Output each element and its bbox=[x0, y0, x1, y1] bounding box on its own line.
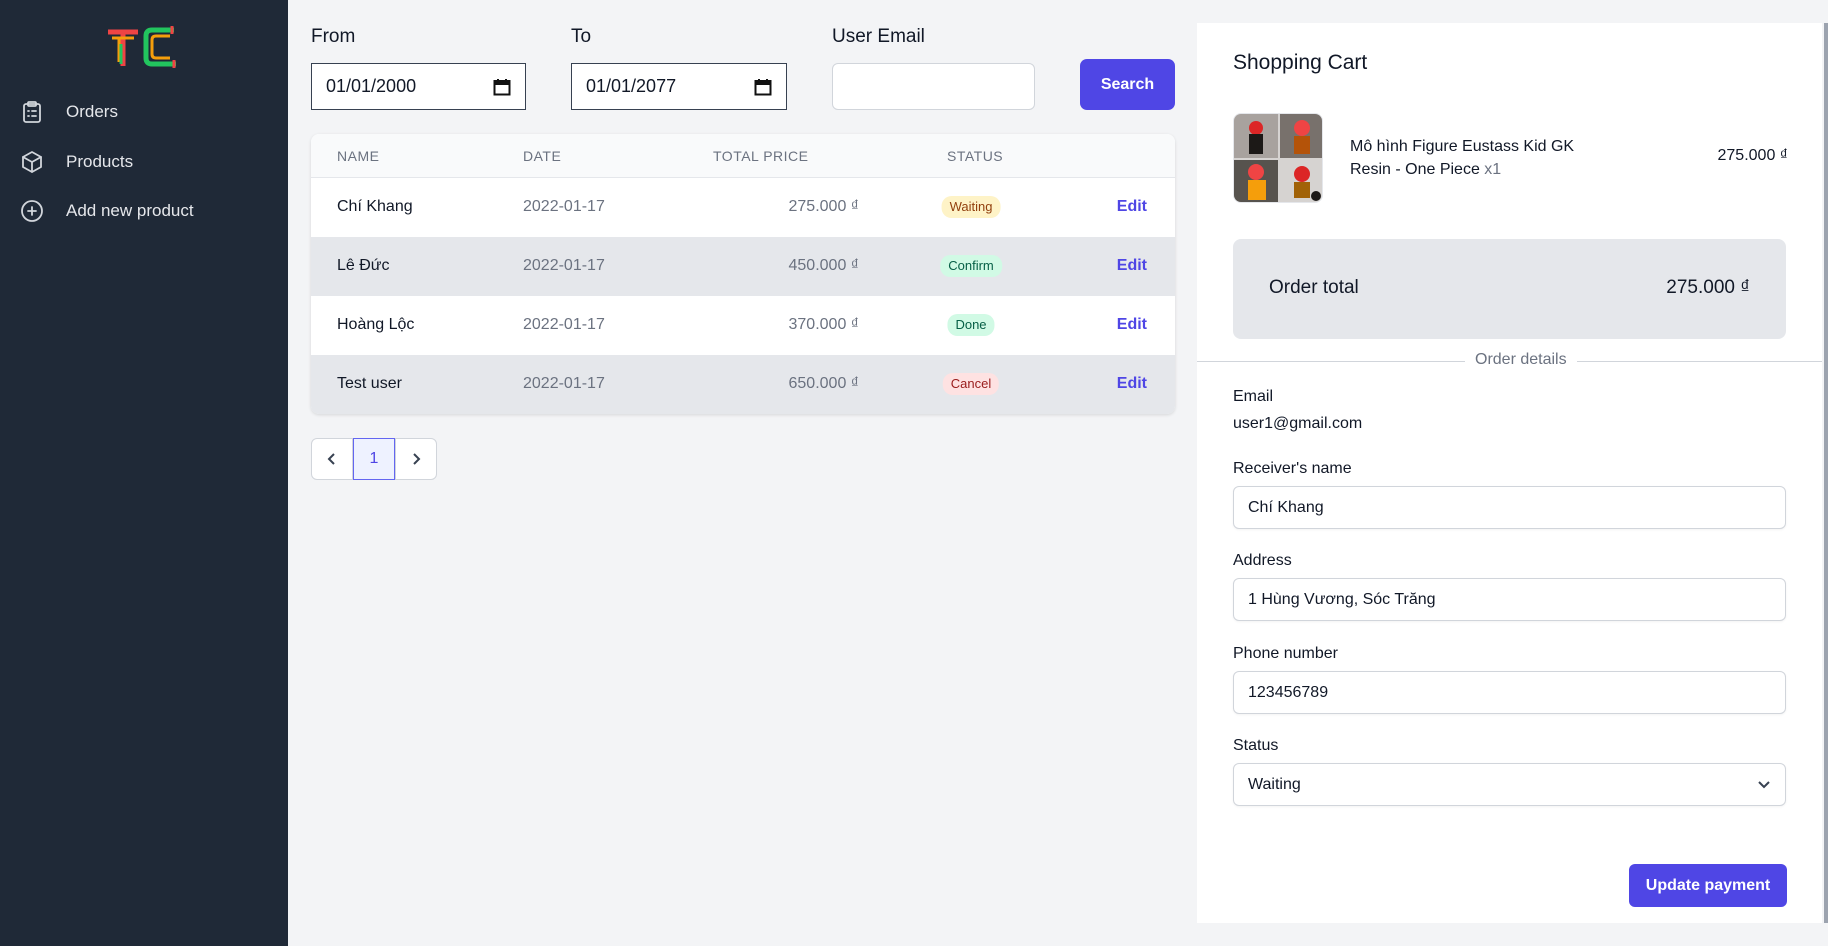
status-label: Status bbox=[1233, 737, 1279, 754]
product-image bbox=[1233, 113, 1323, 203]
logo bbox=[108, 26, 176, 68]
clipboard-icon bbox=[20, 100, 44, 124]
pagination: 1 bbox=[311, 438, 437, 480]
table-row: Test user 2022-01-17 650.000 ₫ Cancel Ed… bbox=[311, 355, 1175, 414]
status-badge: Waiting bbox=[941, 196, 1001, 218]
address-label: Address bbox=[1233, 552, 1292, 569]
table-header: NAME DATE TOTAL PRICE STATUS bbox=[311, 134, 1175, 178]
row-price: 650.000 ₫ bbox=[788, 375, 860, 392]
sidebar-item-add-new-product[interactable]: Add new product bbox=[20, 193, 194, 229]
phone-number-input[interactable]: 123456789 bbox=[1233, 671, 1786, 714]
receiver-name-label: Receiver's name bbox=[1233, 460, 1352, 477]
sidebar-item-products[interactable]: Products bbox=[20, 144, 133, 180]
header-name: NAME bbox=[337, 148, 380, 164]
row-name: Lê Đức bbox=[337, 257, 390, 274]
product-name-text: Mô hình Figure Eustass Kid GK Resin - On… bbox=[1350, 138, 1575, 178]
status-badge: Confirm bbox=[940, 255, 1002, 277]
sidebar-item-label: Add new product bbox=[66, 201, 194, 220]
plus-circle-icon bbox=[20, 199, 44, 223]
edit-link[interactable]: Edit bbox=[1117, 316, 1147, 334]
chevron-down-icon bbox=[1758, 780, 1770, 788]
table-row: Hoàng Lộc 2022-01-17 370.000 ₫ Done Edit bbox=[311, 296, 1175, 355]
header-date: DATE bbox=[523, 148, 562, 164]
update-payment-button[interactable]: Update payment bbox=[1629, 864, 1787, 907]
status-select-value: Waiting bbox=[1248, 775, 1301, 793]
product-quantity: x1 bbox=[1484, 161, 1502, 178]
orders-table: NAME DATE TOTAL PRICE STATUS Chí Khang 2… bbox=[311, 134, 1175, 414]
user-email-label: User Email bbox=[832, 26, 925, 47]
order-total-box: Order total 275.000 ₫ bbox=[1233, 239, 1786, 339]
product-name: Mô hình Figure Eustass Kid GK Resin - On… bbox=[1350, 135, 1590, 181]
edit-link[interactable]: Edit bbox=[1117, 257, 1147, 275]
user-email-input[interactable] bbox=[832, 63, 1035, 110]
row-price: 370.000 ₫ bbox=[788, 316, 860, 333]
calendar-icon[interactable] bbox=[754, 78, 772, 96]
status-badge: Done bbox=[947, 314, 995, 336]
to-date-value: 01/01/2077 bbox=[586, 76, 677, 96]
table-row: Chí Khang 2022-01-17 275.000 ₫ Waiting E… bbox=[311, 178, 1175, 237]
prev-page-button[interactable] bbox=[311, 438, 353, 480]
sidebar: Orders Products Add new product bbox=[0, 0, 288, 946]
sidebar-item-orders[interactable]: Orders bbox=[20, 94, 118, 130]
phone-number-label: Phone number bbox=[1233, 645, 1338, 662]
status-select[interactable]: Waiting bbox=[1233, 763, 1786, 806]
status-badge: Cancel bbox=[942, 373, 1000, 395]
to-label: To bbox=[571, 26, 592, 47]
from-date-input[interactable]: 01/01/2000 bbox=[311, 63, 526, 110]
order-total-value: 275.000 ₫ bbox=[1666, 277, 1750, 298]
row-date: 2022-01-17 bbox=[523, 257, 605, 274]
order-details-label: Order details bbox=[1465, 351, 1577, 369]
email-value: user1@gmail.com bbox=[1233, 415, 1363, 432]
cart-title: Shopping Cart bbox=[1233, 51, 1368, 74]
from-date-value: 01/01/2000 bbox=[326, 76, 417, 96]
order-total-label: Order total bbox=[1269, 277, 1359, 298]
calendar-icon[interactable] bbox=[493, 78, 511, 96]
header-status: STATUS bbox=[947, 148, 1004, 164]
row-name: Chí Khang bbox=[337, 198, 413, 215]
sidebar-item-label: Orders bbox=[66, 102, 118, 121]
shopping-cart-panel: Shopping Cart Mô hình Figure Eustass Kid… bbox=[1197, 23, 1822, 923]
edit-link[interactable]: Edit bbox=[1117, 198, 1147, 216]
row-date: 2022-01-17 bbox=[523, 316, 605, 333]
scrollbar[interactable] bbox=[1824, 23, 1828, 923]
row-price: 275.000 ₫ bbox=[788, 198, 860, 215]
next-page-button[interactable] bbox=[395, 438, 437, 480]
receiver-name-input[interactable]: Chí Khang bbox=[1233, 486, 1786, 529]
cube-icon bbox=[20, 150, 44, 174]
chevron-left-icon bbox=[327, 453, 335, 465]
row-name: Test user bbox=[337, 375, 402, 392]
address-input[interactable]: 1 Hùng Vương, Sóc Trăng bbox=[1233, 578, 1786, 621]
edit-link[interactable]: Edit bbox=[1117, 375, 1147, 393]
page-button-1[interactable]: 1 bbox=[353, 438, 395, 480]
to-date-input[interactable]: 01/01/2077 bbox=[571, 63, 787, 110]
sidebar-item-label: Products bbox=[66, 152, 134, 171]
product-price: 275.000 ₫ bbox=[1717, 147, 1789, 164]
row-price: 450.000 ₫ bbox=[788, 257, 860, 274]
row-name: Hoàng Lộc bbox=[337, 316, 415, 333]
search-button[interactable]: Search bbox=[1080, 59, 1175, 110]
header-total-price: TOTAL PRICE bbox=[713, 148, 809, 164]
email-label: Email bbox=[1233, 388, 1274, 405]
row-date: 2022-01-17 bbox=[523, 375, 605, 392]
row-date: 2022-01-17 bbox=[523, 198, 605, 215]
from-label: From bbox=[311, 26, 356, 47]
table-row: Lê Đức 2022-01-17 450.000 ₫ Confirm Edit bbox=[311, 237, 1175, 296]
chevron-right-icon bbox=[413, 453, 421, 465]
